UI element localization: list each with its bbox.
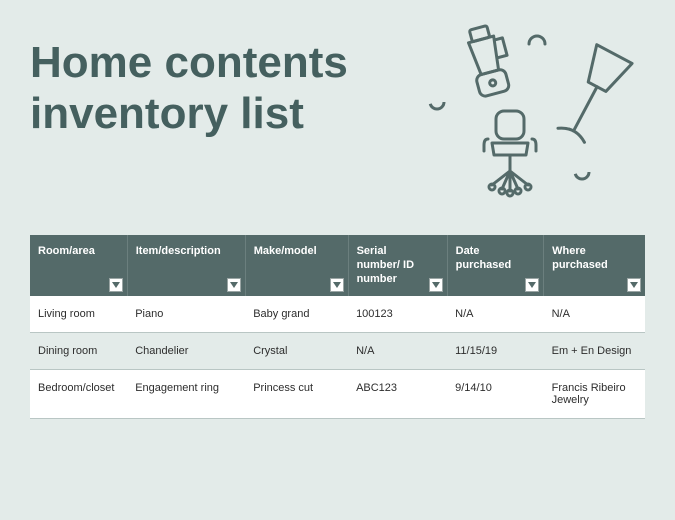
cell-make: Crystal: [245, 333, 348, 370]
col-label: Date purchased: [456, 245, 537, 273]
accent-circle-icon: [570, 160, 594, 184]
chevron-down-icon: [333, 282, 341, 288]
table-row: Bedroom/closet Engagement ring Princess …: [30, 370, 645, 419]
header-area: Home contents inventory list: [0, 0, 675, 235]
cell-room: Bedroom/closet: [30, 370, 127, 419]
table-row: Living room Piano Baby grand 100123 N/A …: [30, 296, 645, 333]
col-header-date: Date purchased: [447, 235, 543, 296]
cell-where: N/A: [544, 296, 645, 333]
filter-button-where[interactable]: [627, 278, 641, 292]
lamp-icon: [545, 40, 635, 160]
col-label: Item/description: [136, 245, 239, 259]
filter-button-room[interactable]: [109, 278, 123, 292]
inventory-table-container: Room/area Item/description Make/model: [0, 235, 675, 419]
filter-button-serial[interactable]: [429, 278, 443, 292]
cell-make: Baby grand: [245, 296, 348, 333]
cell-make: Princess cut: [245, 370, 348, 419]
cell-serial: 100123: [348, 296, 447, 333]
col-label: Room/area: [38, 245, 113, 259]
filter-button-date[interactable]: [525, 278, 539, 292]
cell-item: Piano: [127, 296, 245, 333]
cell-date: 9/14/10: [447, 370, 543, 419]
accent-circle-icon: [425, 90, 449, 114]
cell-room: Dining room: [30, 333, 127, 370]
blender-icon: [455, 20, 525, 110]
cell-date: N/A: [447, 296, 543, 333]
filter-button-item[interactable]: [227, 278, 241, 292]
chevron-down-icon: [630, 282, 638, 288]
cell-serial: ABC123: [348, 370, 447, 419]
chevron-down-icon: [230, 282, 238, 288]
inventory-table: Room/area Item/description Make/model: [30, 235, 645, 419]
chevron-down-icon: [528, 282, 536, 288]
table-row: Dining room Chandelier Crystal N/A 11/15…: [30, 333, 645, 370]
cell-where: Francis Ribeiro Jewelry: [544, 370, 645, 419]
col-header-where: Where purchased: [544, 235, 645, 296]
filter-button-make[interactable]: [330, 278, 344, 292]
cell-serial: N/A: [348, 333, 447, 370]
chevron-down-icon: [112, 282, 120, 288]
decor-illustration: [415, 20, 655, 210]
chevron-down-icon: [432, 282, 440, 288]
col-header-serial: Serial number/ ID number: [348, 235, 447, 296]
cell-room: Living room: [30, 296, 127, 333]
page-title: Home contents inventory list: [30, 38, 430, 139]
col-label: Where purchased: [552, 245, 639, 273]
cell-date: 11/15/19: [447, 333, 543, 370]
cell-item: Engagement ring: [127, 370, 245, 419]
col-header-make: Make/model: [245, 235, 348, 296]
col-header-item: Item/description: [127, 235, 245, 296]
col-label: Make/model: [254, 245, 335, 259]
accent-arc-icon: [525, 30, 549, 54]
cell-item: Chandelier: [127, 333, 245, 370]
col-header-room: Room/area: [30, 235, 127, 296]
chair-icon: [470, 105, 550, 200]
cell-where: Em + En Design: [544, 333, 645, 370]
table-header-row: Room/area Item/description Make/model: [30, 235, 645, 296]
